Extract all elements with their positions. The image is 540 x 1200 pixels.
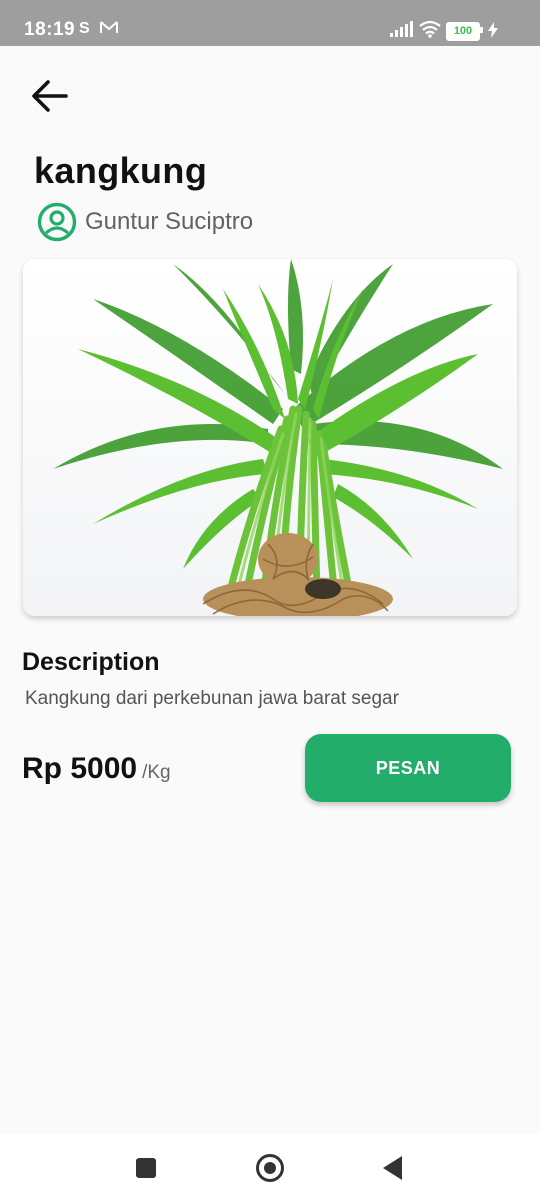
status-bar: 18:19 S 100 bbox=[0, 0, 540, 46]
order-button[interactable]: PESAN bbox=[305, 734, 511, 802]
status-time: 18:19 bbox=[24, 19, 76, 40]
gmail-icon bbox=[100, 19, 118, 40]
navigation-bar bbox=[0, 1134, 540, 1200]
description-text: Kangkung dari perkebunan jawa barat sega… bbox=[25, 688, 399, 709]
charging-icon bbox=[488, 22, 498, 43]
arrow-left-icon bbox=[32, 80, 68, 112]
product-image bbox=[23, 259, 517, 616]
signal-icon bbox=[390, 20, 414, 43]
battery-icon: 100 bbox=[446, 22, 480, 41]
system-back-button[interactable] bbox=[383, 1156, 402, 1180]
product-title: kangkung bbox=[34, 150, 208, 191]
status-s-indicator: S bbox=[79, 20, 90, 37]
price-row: Rp 5000 /Kg bbox=[22, 752, 171, 786]
seller-name: Guntur Suciptro bbox=[85, 208, 254, 235]
user-circle-icon bbox=[37, 202, 77, 242]
price-unit: /Kg bbox=[142, 762, 171, 783]
description-heading: Description bbox=[22, 648, 160, 676]
back-button[interactable] bbox=[28, 74, 72, 118]
recents-button[interactable] bbox=[136, 1158, 156, 1178]
price-value: Rp 5000 bbox=[22, 752, 138, 785]
home-button[interactable] bbox=[256, 1154, 284, 1182]
home-dot-icon bbox=[264, 1162, 276, 1174]
wifi-icon bbox=[418, 20, 442, 43]
seller-info: Guntur Suciptro bbox=[37, 201, 253, 243]
battery-tip bbox=[480, 27, 483, 33]
